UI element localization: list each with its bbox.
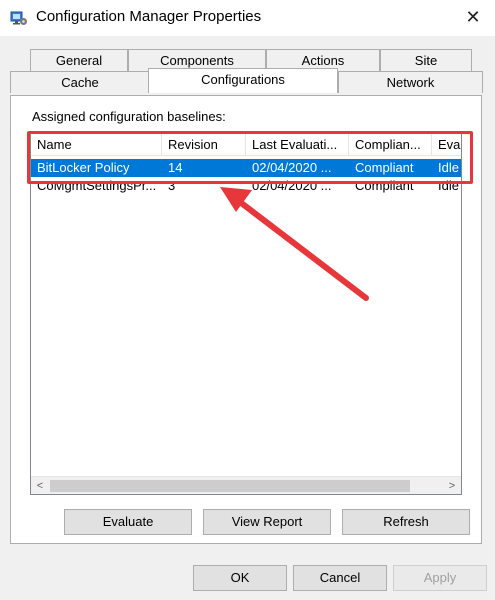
cell-evaluation-state: Idle <box>438 160 459 175</box>
cell-name: CoMgmtSettingsPr... <box>37 178 157 193</box>
baselines-listview[interactable]: Name Revision Last Evaluati... Complian.… <box>30 133 462 495</box>
scroll-right-icon[interactable]: > <box>443 477 461 494</box>
cancel-button[interactable]: Cancel <box>293 565 387 591</box>
scrollbar-thumb[interactable] <box>50 480 410 492</box>
scroll-left-icon[interactable]: < <box>31 477 49 494</box>
cell-compliance: Compliant <box>355 178 414 193</box>
tab-configurations[interactable]: Configurations <box>148 68 338 93</box>
cell-name: BitLocker Policy <box>37 160 130 175</box>
tab-general[interactable]: General <box>30 49 128 71</box>
assigned-baselines-label: Assigned configuration baselines: <box>32 109 226 124</box>
apply-button[interactable]: Apply <box>393 565 487 591</box>
table-row[interactable]: CoMgmtSettingsPr... 3 02/04/2020 ... Com… <box>31 177 461 195</box>
view-report-button[interactable]: View Report <box>203 509 331 535</box>
cell-evaluation-state: Idle <box>438 178 459 193</box>
horizontal-scrollbar[interactable]: < > <box>31 476 461 494</box>
cell-last-evaluation: 02/04/2020 ... <box>252 160 332 175</box>
refresh-button[interactable]: Refresh <box>342 509 470 535</box>
column-header-last-evaluation[interactable]: Last Evaluati... <box>246 134 349 156</box>
tab-site[interactable]: Site <box>380 49 472 71</box>
title-bar: Configuration Manager Properties ✕ <box>0 0 495 36</box>
window-title: Configuration Manager Properties <box>36 8 262 25</box>
configuration-manager-icon <box>10 9 28 27</box>
column-header-evaluation-state[interactable]: Eva <box>432 134 461 156</box>
close-icon[interactable]: ✕ <box>458 2 488 32</box>
cell-last-evaluation: 02/04/2020 ... <box>252 178 332 193</box>
tab-network[interactable]: Network <box>338 71 483 93</box>
cell-compliance: Compliant <box>355 160 414 175</box>
cell-revision: 3 <box>168 178 176 193</box>
column-header-compliance[interactable]: Complian... <box>349 134 432 156</box>
tab-cache[interactable]: Cache <box>10 71 150 93</box>
table-row[interactable]: BitLocker Policy 14 02/04/2020 ... Compl… <box>31 159 461 177</box>
column-header-revision[interactable]: Revision <box>162 134 246 156</box>
ok-button[interactable]: OK <box>193 565 287 591</box>
evaluate-button[interactable]: Evaluate <box>64 509 192 535</box>
cell-revision: 14 <box>168 160 183 175</box>
column-header-name[interactable]: Name <box>31 134 162 156</box>
listview-header: Name Revision Last Evaluati... Complian.… <box>31 134 461 156</box>
